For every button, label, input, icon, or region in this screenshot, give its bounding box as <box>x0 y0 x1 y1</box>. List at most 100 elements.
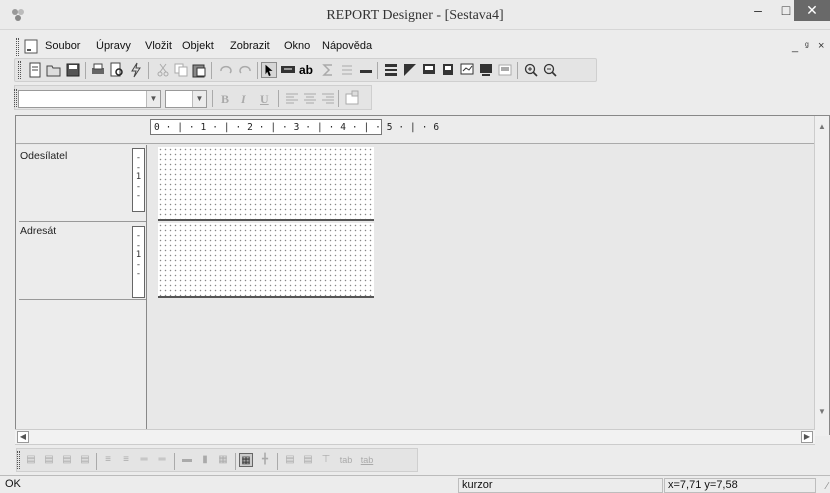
center-vertical-icon[interactable]: ▤ <box>301 453 315 467</box>
vruler-tick: - <box>135 269 142 279</box>
redo-icon[interactable] <box>237 62 253 78</box>
sum-icon[interactable] <box>320 62 336 78</box>
copy-icon[interactable] <box>173 62 189 78</box>
same-width-icon[interactable]: ▬ <box>180 453 194 467</box>
toolbar-separator <box>235 453 236 470</box>
resize-grip[interactable]: ∕ <box>826 481 828 492</box>
band-icon[interactable] <box>497 62 513 78</box>
toolbar-separator <box>338 90 339 107</box>
vertical-ruler-adresat: - - 1 - - <box>132 226 145 298</box>
snap-icon[interactable]: ╋ <box>258 453 272 467</box>
mdi-restore-button[interactable]: ᵍ <box>805 41 809 52</box>
align-bottoms-icon[interactable]: ▤ <box>78 453 92 467</box>
space-horizontal-icon[interactable]: ≡ <box>101 453 115 467</box>
chart-icon[interactable] <box>459 62 475 78</box>
lightning-icon[interactable] <box>128 62 144 78</box>
scroll-left-icon[interactable]: ◀ <box>17 431 29 443</box>
text-field-icon[interactable] <box>280 62 296 78</box>
db-field-icon[interactable] <box>478 62 494 78</box>
menu-vlozit[interactable]: Vložit <box>145 40 172 52</box>
underline-button[interactable]: U <box>260 92 269 107</box>
vertical-ruler-odesilatel: - - 1 - - <box>132 148 145 212</box>
status-mode: kurzor <box>458 478 663 493</box>
band-label-adresat[interactable]: Adresát <box>20 225 56 237</box>
menu-okno[interactable]: Okno <box>284 40 310 52</box>
tab-order-button[interactable]: tab <box>337 453 355 467</box>
ab-label-icon[interactable]: ab <box>299 62 315 78</box>
menu-zobrazit[interactable]: Zobrazit <box>230 40 270 52</box>
cut-icon[interactable] <box>155 62 171 78</box>
toolbar-separator <box>211 62 212 79</box>
same-height-icon[interactable]: ▮ <box>198 453 212 467</box>
bold-button[interactable]: B <box>221 92 229 107</box>
band-label-odesilatel[interactable]: Odesílatel <box>20 150 67 162</box>
document-icon[interactable] <box>24 39 38 54</box>
toolbar-grip[interactable] <box>18 61 21 79</box>
align-right-icon[interactable] <box>320 91 336 107</box>
band-divider[interactable] <box>19 299 146 300</box>
toolbar-grip[interactable] <box>17 451 20 469</box>
align-lefts-icon[interactable]: ▤ <box>24 453 38 467</box>
size-combo[interactable]: ▼ <box>165 90 207 108</box>
paste-icon[interactable] <box>191 62 207 78</box>
scroll-up-icon[interactable]: ▲ <box>818 122 826 131</box>
status-coordinates: x=7,71 y=7,58 <box>664 478 816 493</box>
menu-napoveda[interactable]: Nápověda <box>322 40 372 52</box>
toolbar-separator <box>174 453 175 470</box>
group-header-icon[interactable] <box>383 62 399 78</box>
close-button[interactable]: ✕ <box>794 0 830 21</box>
baseline-icon[interactable]: ⊤ <box>319 453 333 467</box>
vertical-scrollbar[interactable]: ▲ ▼ <box>814 116 829 436</box>
center-horizontal-icon[interactable]: ▤ <box>283 453 297 467</box>
properties-icon[interactable] <box>344 90 360 106</box>
title-bar: REPORT Designer - [Sestava4] – □ ✕ <box>0 0 830 30</box>
line-icon[interactable] <box>358 62 374 78</box>
subreport-icon[interactable] <box>440 62 456 78</box>
chevron-down-icon[interactable]: ▼ <box>192 91 206 107</box>
toolbar-separator <box>278 90 279 107</box>
save-icon[interactable] <box>65 62 81 78</box>
chevron-down-icon[interactable]: ▼ <box>146 91 160 107</box>
align-tops-icon[interactable]: ▤ <box>60 453 74 467</box>
tab-stop-button[interactable]: tab <box>358 453 376 467</box>
scroll-down-icon[interactable]: ▼ <box>818 407 826 416</box>
zoom-out-icon[interactable] <box>542 62 558 78</box>
menubar-grip[interactable] <box>16 38 19 56</box>
picture-icon[interactable] <box>402 62 418 78</box>
distribute-down-icon[interactable]: ═ <box>155 453 169 467</box>
status-message: OK <box>5 478 21 490</box>
space-vertical-icon[interactable]: ≡ <box>119 453 133 467</box>
same-size-icon[interactable]: ▦ <box>216 453 230 467</box>
grid-icon[interactable]: ▦ <box>239 453 253 467</box>
toolbar-grip[interactable] <box>14 89 17 107</box>
align-rights-icon[interactable]: ▤ <box>42 453 56 467</box>
band-canvas-adresat[interactable] <box>158 223 374 298</box>
horizontal-ruler[interactable]: 0 · | · 1 · | · 2 · | · 3 · | · 4 · | · … <box>150 119 439 135</box>
menu-soubor[interactable]: Soubor <box>45 40 80 52</box>
font-combo[interactable]: ▼ <box>18 90 161 108</box>
new-icon[interactable] <box>27 62 43 78</box>
list-icon[interactable] <box>339 62 355 78</box>
align-left-icon[interactable] <box>284 91 300 107</box>
band-canvas-odesilatel[interactable] <box>158 147 374 221</box>
frame-icon[interactable] <box>421 62 437 78</box>
horizontal-scrollbar[interactable]: ◀ ▶ <box>15 429 815 445</box>
print-icon[interactable] <box>90 62 106 78</box>
scroll-right-icon[interactable]: ▶ <box>801 431 813 443</box>
align-center-icon[interactable] <box>302 91 318 107</box>
distribute-icon[interactable]: ═ <box>137 453 151 467</box>
minimize-button[interactable]: – <box>744 0 772 22</box>
toolbar-separator <box>212 90 213 107</box>
pointer-icon[interactable] <box>261 62 277 78</box>
mdi-close-button[interactable]: × <box>818 40 824 52</box>
menu-objekt[interactable]: Objekt <box>182 40 214 52</box>
mdi-minimize-button[interactable]: _ <box>792 41 798 53</box>
toolbar-separator <box>85 62 86 79</box>
undo-icon[interactable] <box>218 62 234 78</box>
zoom-in-icon[interactable] <box>523 62 539 78</box>
italic-button[interactable]: I <box>241 92 246 107</box>
open-icon[interactable] <box>46 62 62 78</box>
band-divider[interactable] <box>19 221 146 222</box>
menu-upravy[interactable]: Úpravy <box>96 40 131 52</box>
print-preview-icon[interactable] <box>109 62 125 78</box>
